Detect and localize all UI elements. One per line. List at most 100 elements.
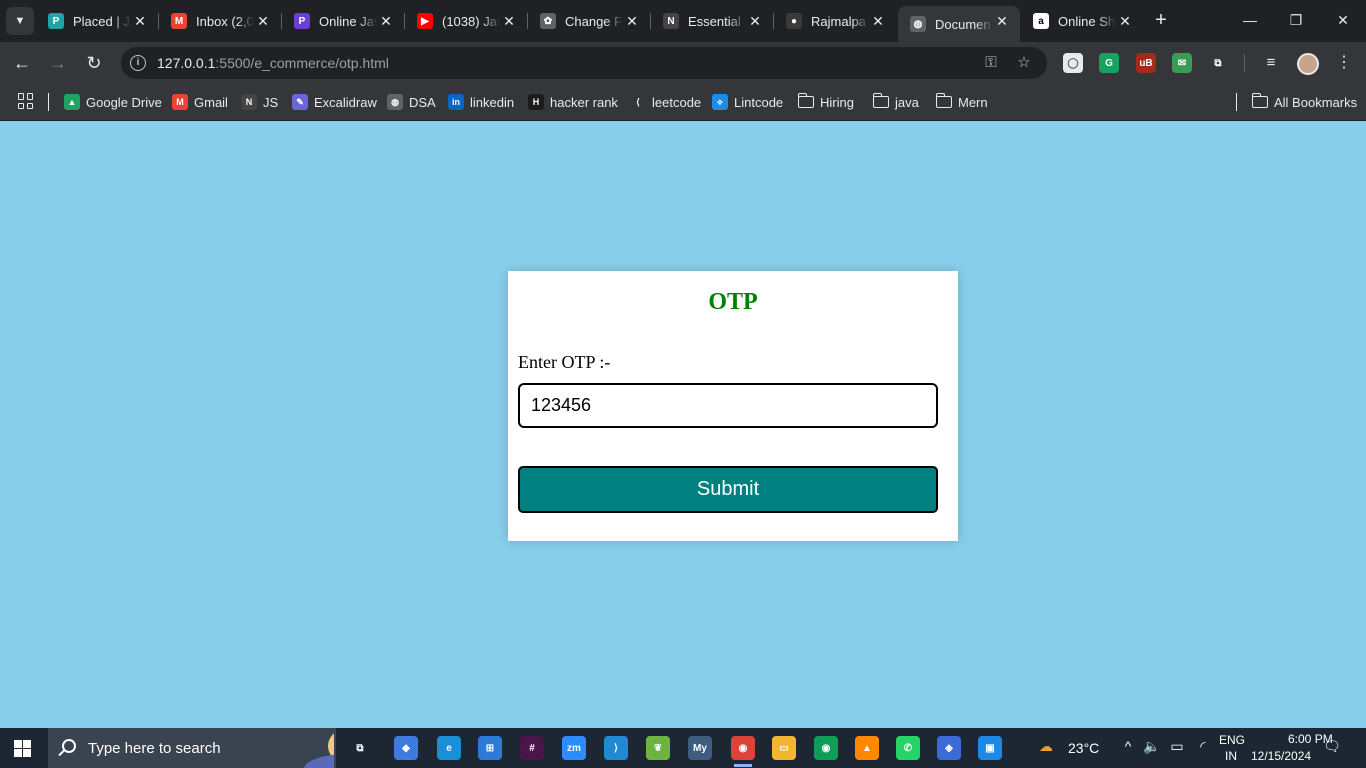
online-java-icon: P bbox=[294, 13, 310, 29]
tab-close-icon[interactable]: ✕ bbox=[255, 13, 271, 29]
tab-title: Rajmalpa bbox=[811, 13, 866, 29]
notion-icon: N bbox=[663, 13, 679, 29]
bookmark-star-icon[interactable]: ☆ bbox=[1014, 53, 1034, 73]
bookmark-label: java bbox=[895, 94, 919, 110]
media-control-icon[interactable]: ≡ bbox=[1261, 53, 1281, 73]
taskbar-search-placeholder: Type here to search bbox=[88, 740, 221, 757]
apps-grid-icon[interactable] bbox=[18, 93, 34, 109]
volume-icon[interactable]: 🔈 bbox=[1142, 738, 1162, 755]
ublock-icon[interactable]: uB bbox=[1136, 53, 1156, 73]
minimize-button[interactable]: — bbox=[1227, 0, 1273, 40]
file-explorer-icon[interactable]: ▭ bbox=[772, 736, 796, 760]
bookmark-item[interactable]: M Gmail bbox=[172, 92, 228, 112]
windows-start-icon[interactable] bbox=[14, 740, 31, 757]
bookmark-folder[interactable]: java bbox=[872, 92, 919, 112]
vlc-icon[interactable]: ▲ bbox=[855, 736, 879, 760]
task-view-icon[interactable]: ⧉ bbox=[348, 736, 372, 760]
notifications-icon[interactable]: 🗨 bbox=[1322, 738, 1342, 755]
hackerrank-icon: H bbox=[528, 94, 544, 110]
otp-heading: OTP bbox=[708, 289, 758, 315]
password-key-icon[interactable]: ⚿ bbox=[981, 53, 1001, 73]
browser-tab[interactable]: P Online Jav ✕ bbox=[282, 6, 404, 36]
bookmark-item[interactable]: in linkedin bbox=[448, 92, 514, 112]
language-region[interactable]: IN bbox=[1225, 749, 1237, 763]
browser-tab[interactable]: ▶ (1038) Jav ✕ bbox=[405, 6, 527, 36]
tab-close-icon[interactable]: ✕ bbox=[378, 13, 394, 29]
forward-button[interactable]: → bbox=[44, 50, 72, 76]
browser-tab[interactable]: M Inbox (2,0 ✕ bbox=[159, 6, 281, 36]
site-info-icon[interactable]: i bbox=[130, 55, 146, 71]
reload-button[interactable]: ↻ bbox=[80, 50, 108, 76]
clock-date[interactable]: 12/15/2024 bbox=[1251, 749, 1311, 763]
wifi-icon[interactable]: ◜ bbox=[1193, 738, 1213, 755]
otp-input[interactable] bbox=[518, 383, 938, 428]
address-bar[interactable]: i 127.0.0.1:5500/e_commerce/otp.html ⚿ ☆ bbox=[121, 47, 1047, 79]
browser-tab[interactable]: ● Rajmalpa ✕ bbox=[774, 6, 896, 36]
otp-label: Enter OTP :- bbox=[518, 352, 611, 372]
bookmark-item[interactable]: ⟨ leetcode bbox=[630, 92, 701, 112]
close-window-button[interactable]: ✕ bbox=[1320, 0, 1366, 40]
bookmark-item[interactable]: ▲ Google Drive bbox=[64, 92, 162, 112]
browser-tab[interactable]: N Essential J ✕ bbox=[651, 6, 773, 36]
weather-temperature[interactable]: 23°C bbox=[1068, 740, 1099, 756]
all-bookmarks-button[interactable]: All Bookmarks bbox=[1251, 92, 1357, 112]
vscode-icon[interactable]: ⟩ bbox=[604, 736, 628, 760]
tab-close-icon[interactable]: ✕ bbox=[747, 13, 763, 29]
slack-icon[interactable]: # bbox=[520, 736, 544, 760]
browser-tab[interactable]: a Online Sh ✕ bbox=[1021, 6, 1143, 36]
copilot-icon[interactable]: ◆ bbox=[394, 736, 418, 760]
chrome-icon[interactable]: ◉ bbox=[731, 736, 755, 760]
tab-search-chevron-icon[interactable]: ▼ bbox=[6, 7, 34, 35]
email-extension-icon[interactable]: ✉ bbox=[1172, 53, 1192, 73]
mysql-workbench-icon[interactable]: My bbox=[688, 736, 712, 760]
bookmark-item[interactable]: ◍ DSA bbox=[387, 92, 436, 112]
tab-close-icon[interactable]: ✕ bbox=[132, 13, 148, 29]
linkedin-icon: in bbox=[448, 94, 464, 110]
battery-icon[interactable]: ▭ bbox=[1167, 738, 1187, 755]
weather-icon[interactable]: ☁ bbox=[1036, 738, 1056, 755]
git-icon[interactable]: ◈ bbox=[937, 736, 961, 760]
url-path: :5500/e_commerce/otp.html bbox=[215, 55, 389, 71]
tab-close-icon[interactable]: ✕ bbox=[501, 13, 517, 29]
tab-close-icon[interactable]: ✕ bbox=[624, 13, 640, 29]
photos-icon[interactable]: ▣ bbox=[978, 736, 1002, 760]
browser-tab[interactable]: ◍ Documen ✕ bbox=[898, 6, 1020, 42]
grammarly-icon[interactable]: G bbox=[1099, 53, 1119, 73]
tab-strip: ▼ P Placed | Jo ✕ M Inbox (2,0 ✕ P Online Jav ✕ ▶… bbox=[0, 0, 1366, 42]
chrome-profile-icon[interactable]: ◉ bbox=[814, 736, 838, 760]
whatsapp-icon[interactable]: ✆ bbox=[896, 736, 920, 760]
url-text[interactable]: 127.0.0.1:5500/e_commerce/otp.html bbox=[157, 55, 389, 71]
restore-button[interactable]: ❐ bbox=[1273, 0, 1319, 40]
chatgpt-icon: ✿ bbox=[540, 13, 556, 29]
back-button[interactable]: ← bbox=[8, 50, 36, 76]
tab-close-icon[interactable]: ✕ bbox=[994, 13, 1010, 29]
profile-avatar[interactable] bbox=[1297, 53, 1319, 75]
zoom-icon[interactable]: zm bbox=[562, 736, 586, 760]
tab-close-icon[interactable]: ✕ bbox=[870, 13, 886, 29]
toolbar-divider bbox=[1244, 54, 1245, 72]
tab-close-icon[interactable]: ✕ bbox=[1117, 13, 1133, 29]
new-tab-button[interactable]: + bbox=[1150, 9, 1172, 31]
submit-button[interactable]: Submit bbox=[518, 466, 938, 513]
bookmark-item[interactable]: Hhacker rank bbox=[528, 92, 618, 112]
bookmark-folder[interactable]: Hiring bbox=[797, 92, 854, 112]
tray-chevron-icon[interactable]: ^ bbox=[1118, 738, 1138, 754]
browser-tab[interactable]: P Placed | Jo ✕ bbox=[36, 6, 158, 36]
bookmarks-divider-right bbox=[1236, 93, 1237, 111]
taskbar-search-box[interactable]: Type here to search bbox=[48, 728, 336, 768]
puzzle-extensions-icon[interactable]: ⧉ bbox=[1208, 53, 1228, 73]
bookmark-item[interactable]: N JS bbox=[241, 92, 278, 112]
microsoft-store-icon[interactable]: ⊞ bbox=[478, 736, 502, 760]
spring-icon[interactable]: ❦ bbox=[646, 736, 670, 760]
highlighter-extension-icon[interactable]: ◯ bbox=[1063, 53, 1083, 73]
edge-icon[interactable]: e bbox=[437, 736, 461, 760]
bookmark-label: JS bbox=[263, 94, 279, 110]
bookmark-item[interactable]: ⟡ Lintcode bbox=[712, 92, 783, 112]
browser-tab[interactable]: ✿ Change F ✕ bbox=[528, 6, 650, 36]
github-icon: ● bbox=[786, 13, 802, 29]
language-code[interactable]: ENG bbox=[1219, 733, 1245, 747]
bookmark-folder[interactable]: Mern bbox=[935, 92, 988, 112]
bookmark-item[interactable]: ✎ Excalidraw bbox=[292, 92, 377, 112]
excalidraw-icon: ✎ bbox=[292, 94, 308, 110]
browser-menu-icon[interactable]: ⋮ bbox=[1336, 52, 1352, 74]
